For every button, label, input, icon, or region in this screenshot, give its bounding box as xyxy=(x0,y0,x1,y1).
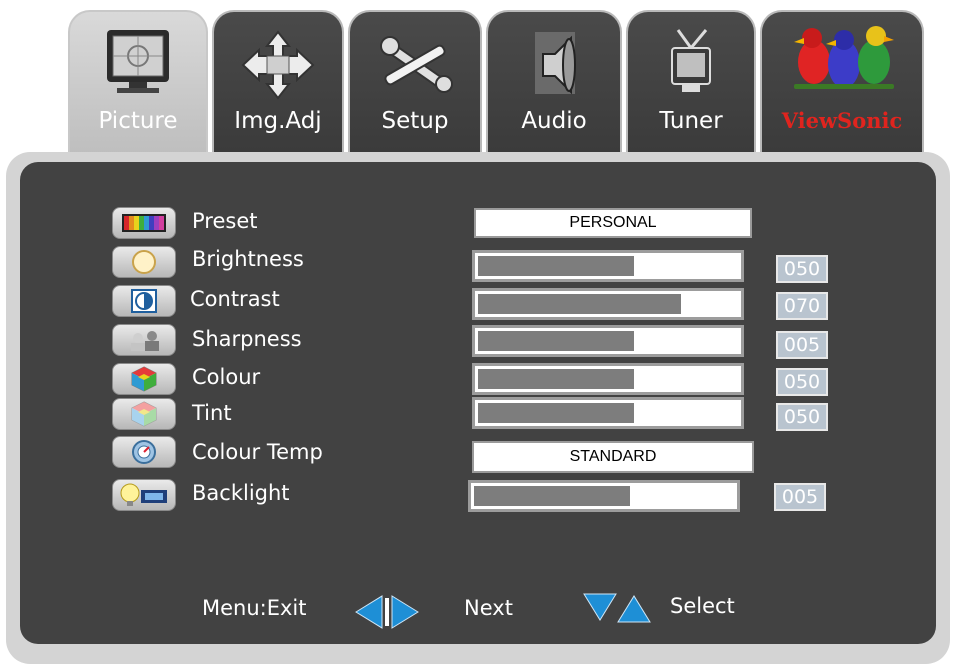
left-right-arrows-icon[interactable] xyxy=(352,594,422,630)
brightness-label: Brightness xyxy=(192,247,304,271)
colour-temp-icon-box xyxy=(112,436,176,468)
brightness-value: 050 xyxy=(776,255,828,283)
tint-label: Tint xyxy=(192,401,232,425)
menu-exit-label: Menu:Exit xyxy=(202,596,307,620)
sharpness-icon-box xyxy=(112,324,176,356)
sharpness-slider-fill xyxy=(478,331,634,351)
backlight-value: 005 xyxy=(774,483,826,511)
thermometer-dial-icon xyxy=(132,440,156,464)
tv-antenna-icon xyxy=(671,29,711,92)
speaker-icon xyxy=(535,32,576,95)
contrast-slider-fill xyxy=(478,294,681,314)
sharpness-value: 005 xyxy=(776,331,828,359)
preset-label: Preset xyxy=(192,209,258,233)
preset-icon-box xyxy=(112,207,176,239)
down-up-arrows-icon[interactable] xyxy=(582,590,652,626)
tab-label: Img.Adj xyxy=(234,108,322,134)
sharpness-slider[interactable] xyxy=(472,325,744,357)
color-bars-icon xyxy=(122,214,166,232)
backlight-bulb-icon xyxy=(120,483,167,506)
tools-icon xyxy=(380,36,453,93)
tab-setup[interactable]: Setup xyxy=(348,10,482,160)
brand-logo-text: ViewSonic xyxy=(781,108,903,133)
sharpness-icon xyxy=(131,331,159,351)
tab-label: Setup xyxy=(381,108,449,134)
contrast-slider[interactable] xyxy=(472,288,744,320)
tint-icon-box xyxy=(112,398,176,430)
contrast-label: Contrast xyxy=(190,287,280,311)
tab-label: Audio xyxy=(521,108,587,134)
tab-picture[interactable]: Picture xyxy=(68,10,208,160)
color-cube-icon xyxy=(131,366,157,392)
brightness-slider-fill xyxy=(478,256,634,276)
tab-tuner[interactable]: Tuner xyxy=(626,10,756,160)
move-arrows-icon xyxy=(241,30,315,100)
next-label: Next xyxy=(464,596,513,620)
backlight-label: Backlight xyxy=(192,481,290,505)
brand-tab: ViewSonic xyxy=(760,10,924,160)
tab-img-adj[interactable]: Img.Adj xyxy=(212,10,344,160)
backlight-slider-fill xyxy=(474,486,630,506)
tint-slider[interactable] xyxy=(472,397,744,429)
backlight-icon-box xyxy=(112,479,176,511)
tint-slider-fill xyxy=(478,403,634,423)
tab-audio[interactable]: Audio xyxy=(486,10,622,160)
colour-slider[interactable] xyxy=(472,363,744,395)
birds-logo-icon xyxy=(794,26,894,89)
contrast-icon-box xyxy=(112,285,176,317)
select-label: Select xyxy=(670,594,735,618)
colour-value: 050 xyxy=(776,368,828,396)
contrast-icon xyxy=(131,289,157,313)
sun-icon xyxy=(132,250,156,274)
colour-icon-box xyxy=(112,363,176,395)
tint-value: 050 xyxy=(776,403,828,431)
monitor-icon xyxy=(107,30,169,93)
colour-label: Colour xyxy=(192,365,261,389)
tab-label: Tuner xyxy=(659,108,723,134)
sharpness-label: Sharpness xyxy=(192,327,302,351)
contrast-value: 070 xyxy=(776,292,828,320)
tint-cube-icon xyxy=(131,401,157,427)
colour-slider-fill xyxy=(478,369,634,389)
brightness-icon-box xyxy=(112,246,176,278)
colour-temp-label: Colour Temp xyxy=(192,440,323,464)
preset-value[interactable]: PERSONAL xyxy=(474,208,752,238)
colour-temp-value[interactable]: STANDARD xyxy=(472,441,754,473)
backlight-slider[interactable] xyxy=(468,480,740,512)
tab-label: Picture xyxy=(98,108,178,134)
brightness-slider[interactable] xyxy=(472,250,744,282)
